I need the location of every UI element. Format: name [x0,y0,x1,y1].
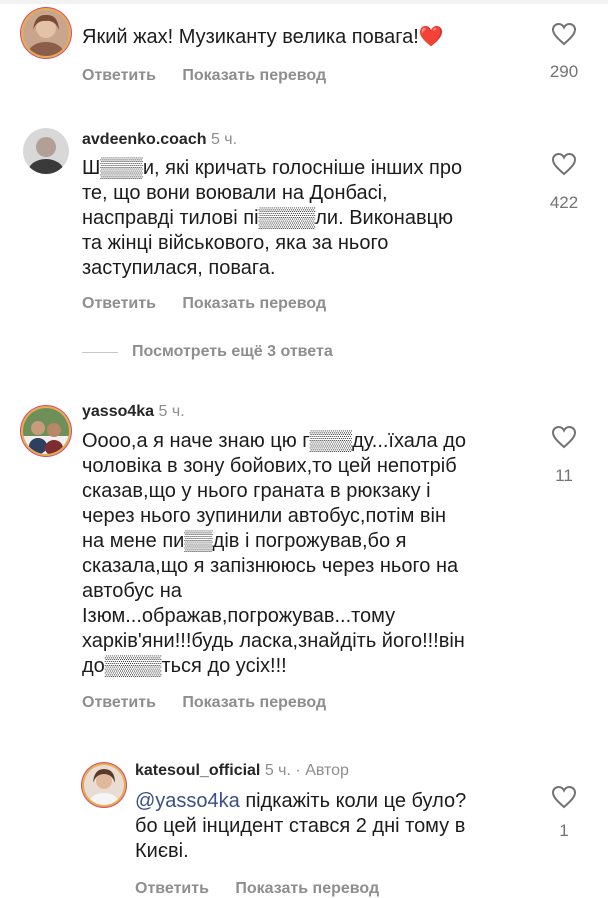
reply-button[interactable]: Ответить [135,880,209,897]
avatar[interactable] [23,10,69,56]
comment-header: avdeenko.coach 5 ч. [82,131,237,149]
translate-button[interactable]: Показать перевод [182,295,326,312]
comment-text: Який жах! Музиканту велика повага!❤️ [82,26,444,48]
comment-actions: Ответить Показать перевод [82,295,348,313]
username[interactable]: yasso4ka [82,403,154,420]
comment-header: katesoul_official 5 ч. · Автор [135,762,349,780]
reply-button[interactable]: Ответить [82,694,156,711]
mention-link[interactable]: @yasso4ka [135,790,240,812]
comment-text: @yasso4ka підкажіть коли це було? бо цей… [135,790,467,862]
translate-button[interactable]: Показать перевод [182,67,326,84]
reply-button[interactable]: Ответить [82,67,156,84]
heart-icon[interactable] [551,22,577,46]
heart-icon[interactable] [551,152,577,176]
avatar[interactable] [23,128,69,174]
dot-separator: · [295,762,301,779]
author-badge: Автор [305,762,349,779]
translate-button[interactable]: Показать перевод [182,694,326,711]
avatar-image [23,10,69,56]
timestamp: 5 ч. [210,131,238,148]
like-count: 1 [559,821,569,840]
comment-text: Ш▒▒▒и, які кричать голосніше інших про т… [82,157,463,279]
view-more-divider [82,352,118,353]
avatar[interactable] [84,765,124,805]
comment-actions: Ответить Показать перевод [82,694,348,712]
comment-actions: Ответить Показать перевод [82,67,348,85]
comment-header: yasso4ka 5 ч. [82,403,185,421]
like-count: 290 [549,62,579,81]
comment-actions: Ответить Показать перевод [135,880,401,898]
timestamp: 5 ч. [264,762,291,779]
avatar-image [23,128,69,174]
like-count: 422 [549,193,579,212]
translate-button[interactable]: Показать перевод [235,880,379,897]
reply-button[interactable]: Ответить [82,295,156,312]
username[interactable]: katesoul_official [135,762,260,779]
timestamp: 5 ч. [158,403,185,420]
like-count: 11 [555,466,573,485]
username[interactable]: avdeenko.coach [82,131,207,148]
heart-icon[interactable] [551,425,577,449]
heart-icon[interactable] [551,785,577,809]
top-divider [0,0,608,4]
avatar-image [84,765,124,805]
view-more-replies-button[interactable]: Посмотреть ещё 3 ответа [132,343,333,361]
comment-text: Оооо,а я наче знаю цю г▒▒▒ду...їхала до … [82,430,467,677]
avatar[interactable] [23,408,69,454]
avatar-image [23,408,69,454]
